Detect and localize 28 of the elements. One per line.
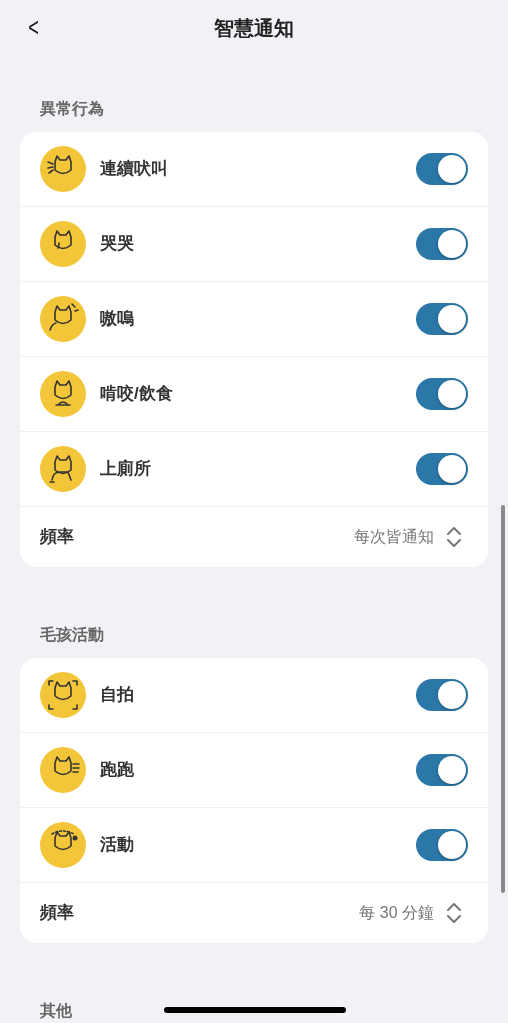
setting-label: 哭哭 xyxy=(100,233,135,256)
page-title: 智慧通知 xyxy=(214,16,294,41)
setting-label: 啃咬/飲食 xyxy=(100,383,174,406)
toggle-switch[interactable] xyxy=(416,228,468,260)
scrollbar[interactable] xyxy=(501,505,505,893)
toggle-switch[interactable] xyxy=(416,829,468,861)
toggle-switch[interactable] xyxy=(416,679,468,711)
setting-label: 連續吠叫 xyxy=(100,158,169,181)
section-label: 毛孩活動 xyxy=(40,626,104,643)
toggle-switch[interactable] xyxy=(416,303,468,335)
frequency-label: 頻率 xyxy=(40,526,75,549)
toggle-switch[interactable] xyxy=(416,153,468,185)
setting-label: 活動 xyxy=(100,834,135,857)
setting-label: 上廁所 xyxy=(100,458,152,481)
setting-label: 自拍 xyxy=(100,684,135,707)
toggle-switch[interactable] xyxy=(416,754,468,786)
frequency-picker[interactable]: 每 30 分鐘 xyxy=(359,901,434,925)
toggle-switch[interactable] xyxy=(416,378,468,410)
setting-label: 跑跑 xyxy=(100,759,135,782)
section-label: 異常行為 xyxy=(40,100,104,117)
section-label: 其他 xyxy=(40,1002,72,1019)
up-down-chevron-icon xyxy=(446,901,462,925)
toggle-switch[interactable] xyxy=(416,453,468,485)
frequency-picker[interactable]: 每次皆通知 xyxy=(354,525,434,549)
up-down-chevron-icon xyxy=(446,525,462,549)
frequency-label: 頻率 xyxy=(40,902,75,925)
setting-label: 嗷嗚 xyxy=(100,308,135,331)
back-button[interactable]: < xyxy=(28,12,39,42)
